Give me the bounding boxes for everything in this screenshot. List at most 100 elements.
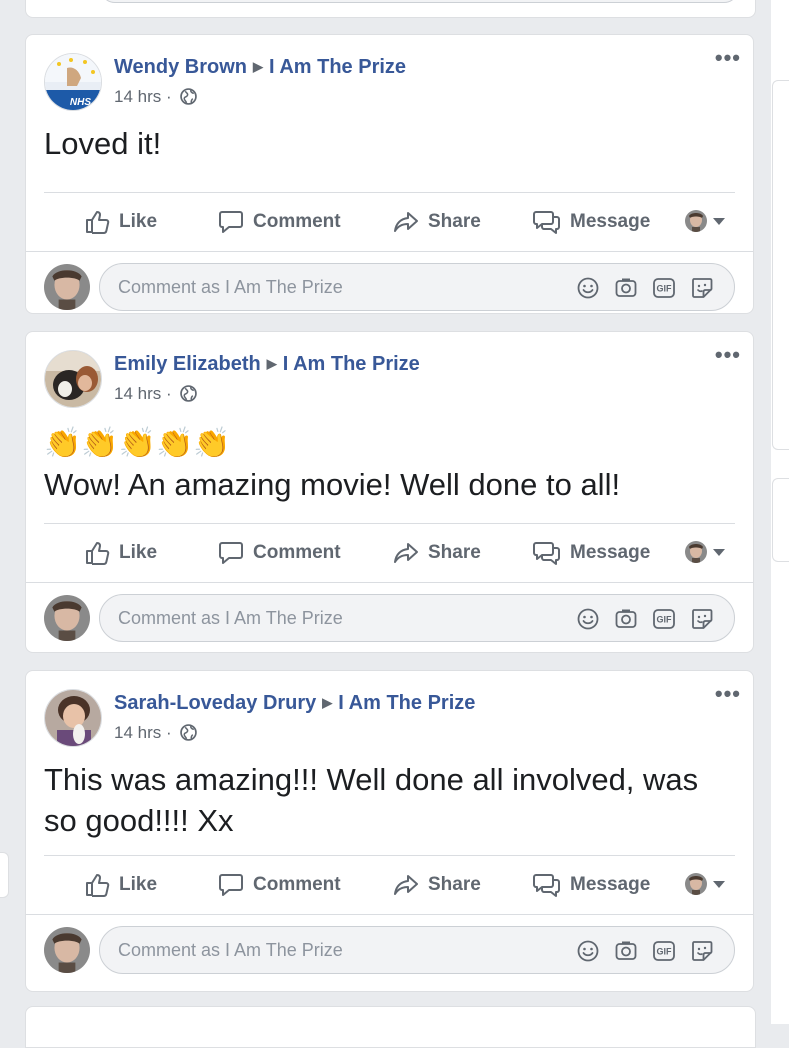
caret-right-icon: ▶ (322, 695, 333, 710)
author-name[interactable]: Emily Elizabeth (114, 353, 261, 375)
share-button[interactable]: Share (393, 193, 481, 251)
message-label: Message (570, 211, 651, 232)
post-header: Emily Elizabeth ▶ I Am The Prize 14 hrs · … (26, 332, 753, 408)
next-post-fragment (25, 1006, 756, 1048)
more-icon[interactable]: ••• (715, 344, 741, 366)
caret-right-icon: ▶ (252, 59, 263, 74)
comment-composer: Comment as I Am The Prize (26, 251, 753, 324)
gif-icon[interactable] (652, 276, 676, 300)
comment-input[interactable]: Comment as I Am The Prize (99, 594, 735, 642)
gif-icon[interactable] (652, 939, 676, 963)
like-label: Like (119, 211, 158, 232)
avatar (44, 595, 90, 641)
share-icon (393, 872, 419, 898)
comment-composer: Comment as I Am The Prize (26, 582, 753, 655)
message-button[interactable]: Message (533, 524, 650, 582)
author-name[interactable]: Sarah-Loveday Drury (114, 692, 316, 714)
avatar (44, 264, 90, 310)
post-text: 👏👏👏👏👏 Wow! An amazing movie! Well done t… (26, 394, 753, 505)
share-icon (393, 540, 419, 566)
target-page-name[interactable]: I Am The Prize (269, 56, 406, 78)
timestamp-text[interactable]: 14 hrs · (114, 87, 172, 106)
comment-label: Comment (253, 874, 341, 895)
feed-post: Emily Elizabeth ▶ I Am The Prize 14 hrs · … (25, 331, 754, 653)
composer-tools (576, 276, 714, 300)
post-text: Loved it! (26, 97, 753, 174)
like-button[interactable]: Like (84, 856, 157, 914)
sticker-icon[interactable] (690, 939, 714, 963)
avatar (685, 541, 707, 563)
author-name[interactable]: Wendy Brown (114, 56, 247, 78)
avatar (685, 873, 707, 895)
sticker-icon[interactable] (690, 276, 714, 300)
identity-selector[interactable] (685, 873, 725, 895)
message-icon (533, 209, 561, 235)
like-icon (84, 540, 110, 566)
comment-button[interactable]: Comment (218, 856, 341, 914)
comment-icon (218, 540, 244, 566)
camera-icon[interactable] (614, 939, 638, 963)
comment-composer: Comment as I Am The Prize (26, 914, 753, 987)
share-button[interactable]: Share (393, 524, 481, 582)
message-button[interactable]: Message (533, 856, 650, 914)
like-button[interactable]: Like (84, 524, 157, 582)
comment-button[interactable]: Comment (218, 193, 341, 251)
message-icon (533, 872, 561, 898)
avatar[interactable]: NHS (44, 53, 102, 111)
avatar (685, 210, 707, 232)
sticker-icon[interactable] (690, 607, 714, 631)
share-icon (393, 209, 419, 235)
avatar-badge: NHS (70, 97, 91, 108)
avatar[interactable] (44, 350, 102, 408)
post-header: NHS Wendy Brown ▶ I Am The Prize 14 hrs · … (26, 35, 753, 111)
timestamp-text[interactable]: 14 hrs · (114, 723, 172, 742)
post-author-line: Wendy Brown ▶ I Am The Prize (114, 56, 406, 79)
more-icon[interactable]: ••• (715, 47, 741, 69)
post-author-line: Emily Elizabeth ▶ I Am The Prize (114, 353, 420, 376)
post-timestamp: 14 hrs · (114, 384, 197, 404)
camera-icon[interactable] (614, 607, 638, 631)
like-label: Like (119, 542, 158, 563)
emoji-icon[interactable] (576, 939, 600, 963)
previous-post-fragment (25, 0, 756, 18)
emoji-row: 👏👏👏👏👏 (44, 426, 735, 462)
post-message: This was amazing!!! Well done all involv… (44, 762, 699, 838)
post-message: Wow! An amazing movie! Well done to all! (44, 467, 621, 502)
avatar[interactable] (44, 689, 102, 747)
emoji-icon[interactable] (576, 276, 600, 300)
composer-tools (576, 939, 714, 963)
emoji-icon[interactable] (576, 607, 600, 631)
feed-post: Sarah-Loveday Drury ▶ I Am The Prize 14 hr… (25, 670, 754, 992)
comment-icon (218, 209, 244, 235)
post-author-line: Sarah-Loveday Drury ▶ I Am The Prize (114, 692, 475, 715)
comment-input[interactable] (100, 0, 739, 3)
share-label: Share (428, 542, 481, 563)
comment-button[interactable]: Comment (218, 524, 341, 582)
comment-input[interactable]: Comment as I Am The Prize (99, 263, 735, 311)
caret-down-icon (713, 880, 725, 888)
identity-selector[interactable] (685, 210, 725, 232)
left-card-fragment (0, 852, 9, 898)
share-button[interactable]: Share (393, 856, 481, 914)
camera-icon[interactable] (614, 276, 638, 300)
message-icon (533, 540, 561, 566)
comment-input[interactable]: Comment as I Am The Prize (99, 926, 735, 974)
share-label: Share (428, 211, 481, 232)
post-actions: Like Comment Share Message (26, 856, 753, 914)
comment-placeholder: Comment as I Am The Prize (118, 940, 343, 960)
target-page-name[interactable]: I Am The Prize (283, 353, 420, 375)
target-page-name[interactable]: I Am The Prize (338, 692, 475, 714)
like-label: Like (119, 874, 158, 895)
timestamp-text[interactable]: 14 hrs · (114, 384, 172, 403)
more-icon[interactable]: ••• (715, 683, 741, 705)
comment-placeholder: Comment as I Am The Prize (118, 608, 343, 628)
message-button[interactable]: Message (533, 193, 650, 251)
post-actions: Like Comment Share Message (26, 193, 753, 251)
like-button[interactable]: Like (84, 193, 157, 251)
feed-post: NHS Wendy Brown ▶ I Am The Prize 14 hrs · … (25, 34, 754, 314)
comment-label: Comment (253, 211, 341, 232)
gif-icon[interactable] (652, 607, 676, 631)
caret-right-icon: ▶ (266, 356, 277, 371)
identity-selector[interactable] (685, 541, 725, 563)
clapping-hands-emoji: 👏👏👏👏👏 (44, 427, 231, 460)
